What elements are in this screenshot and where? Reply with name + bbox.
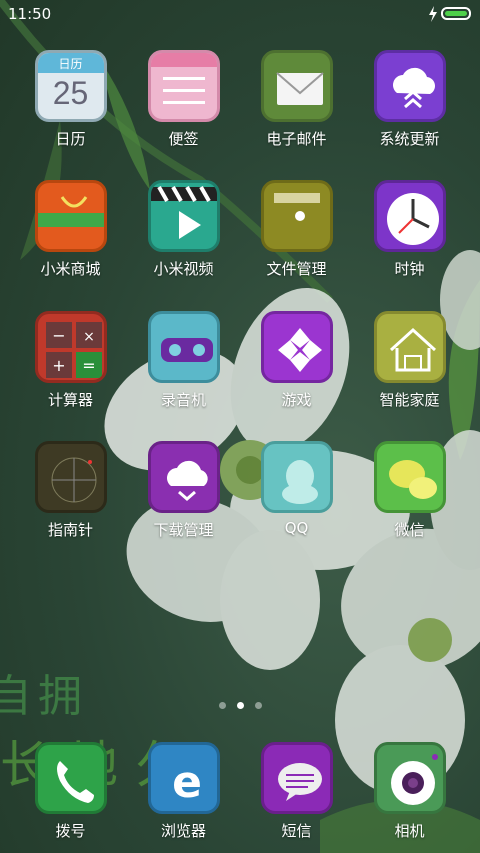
tape-recorder-icon	[147, 311, 220, 383]
app-label: 小米视频	[153, 260, 214, 278]
app-label: 电子邮件	[266, 130, 327, 148]
browser-icon: e	[147, 742, 220, 814]
app-label: 便签	[168, 130, 199, 148]
app-label: 小米商城	[40, 260, 101, 278]
phone-icon	[34, 742, 107, 814]
app-calendar[interactable]: 日历 25 日历	[14, 50, 127, 149]
page-dot[interactable]	[219, 702, 226, 709]
dock-camera[interactable]: 相机	[353, 742, 466, 841]
app-games[interactable]: 游戏	[240, 311, 353, 410]
app-system-update[interactable]: 系统更新	[353, 50, 466, 149]
app-label: 游戏	[281, 391, 312, 409]
video-clapper-icon	[147, 180, 220, 252]
shopping-bag-icon	[34, 180, 107, 252]
app-label: 录音机	[160, 391, 206, 409]
app-label: 智能家庭	[379, 391, 440, 409]
status-time: 11:50	[8, 5, 52, 23]
svg-text:×: ×	[83, 329, 95, 345]
calendar-icon-month: 日历	[58, 57, 83, 71]
compass-icon	[34, 441, 107, 513]
app-mi-video[interactable]: 小米视频	[127, 180, 240, 279]
app-wechat[interactable]: 微信	[353, 441, 466, 540]
app-recorder[interactable]: 录音机	[127, 311, 240, 410]
app-label: 下载管理	[153, 521, 214, 539]
calculator-icon: − × + =	[34, 311, 107, 383]
app-email[interactable]: 电子邮件	[240, 50, 353, 149]
battery-icon	[441, 7, 471, 20]
cloud-download-icon	[147, 441, 220, 513]
notes-icon	[147, 50, 220, 122]
app-clock[interactable]: 时钟	[353, 180, 466, 279]
app-calculator[interactable]: − × + = 计算器	[14, 311, 127, 410]
app-file-manager[interactable]: 文件管理	[240, 180, 353, 279]
chat-bubbles-icon	[373, 441, 446, 513]
app-smart-home[interactable]: 智能家庭	[353, 311, 466, 410]
app-qq[interactable]: QQ	[240, 441, 353, 537]
house-icon	[373, 311, 446, 383]
page-dot[interactable]	[255, 702, 262, 709]
app-notes[interactable]: 便签	[127, 50, 240, 149]
folder-icon	[260, 180, 333, 252]
camera-icon	[373, 742, 446, 814]
dock-browser[interactable]: e 浏览器	[127, 742, 240, 841]
charging-icon	[429, 6, 437, 22]
status-bar: 11:50	[0, 0, 480, 28]
page-dot-active[interactable]	[237, 702, 244, 709]
email-icon	[260, 50, 333, 122]
app-label: 时钟	[394, 260, 425, 278]
app-label: 日历	[55, 130, 86, 148]
app-label: 文件管理	[266, 260, 327, 278]
app-label: 系统更新	[379, 130, 440, 148]
app-download-manager[interactable]: 下载管理	[127, 441, 240, 540]
svg-text:+: +	[52, 356, 65, 375]
app-label: 微信	[394, 521, 425, 539]
svg-text:e: e	[172, 757, 202, 808]
calendar-icon: 日历 25	[34, 50, 107, 122]
clock-icon	[373, 180, 446, 252]
app-compass[interactable]: 指南针	[14, 441, 127, 540]
app-label: 指南针	[47, 521, 93, 539]
app-label: 浏览器	[160, 822, 206, 840]
wallpaper-calligraphy-line1: 自拥	[0, 671, 88, 722]
app-label: 短信	[281, 822, 312, 840]
gamepad-icon	[260, 311, 333, 383]
calendar-icon-day: 25	[52, 75, 89, 111]
svg-text:−: −	[52, 326, 65, 345]
dock-phone[interactable]: 拨号	[14, 742, 127, 841]
app-label: QQ	[284, 519, 309, 537]
app-label: 相机	[394, 822, 425, 840]
message-bubble-icon	[260, 742, 333, 814]
app-label: 拨号	[55, 822, 86, 840]
penguin-icon	[260, 441, 333, 513]
dock-messages[interactable]: 短信	[240, 742, 353, 841]
svg-text:=: =	[82, 356, 95, 375]
page-indicator	[0, 702, 480, 712]
app-label: 计算器	[47, 391, 93, 409]
cloud-update-icon	[373, 50, 446, 122]
app-mi-store[interactable]: 小米商城	[14, 180, 127, 279]
